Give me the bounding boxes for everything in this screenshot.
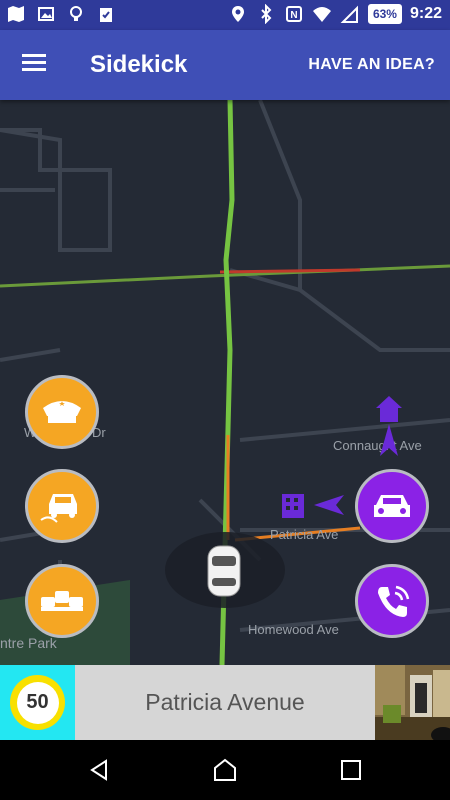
crash-icon [40,494,77,523]
speed-limit-value: 50 [16,681,59,724]
call-button[interactable] [355,564,429,638]
report-crash-button[interactable] [25,469,99,543]
camera-preview[interactable] [375,665,450,740]
clock: 9:22 [409,5,442,22]
camera-preview-image [375,665,450,740]
app-title: Sidekick [90,51,188,78]
phone-icon [378,585,410,617]
speed-limit-panel: 50 [0,665,75,740]
report-traffic-button[interactable] [25,564,99,638]
have-an-idea-button[interactable]: HAVE AN IDEA? [308,56,435,74]
app-bar: Sidekick HAVE AN IDEA? [0,30,450,100]
signal-icon [340,5,358,23]
recents-button[interactable] [336,755,366,785]
back-icon [90,759,107,781]
speed-limit-sign: 50 [10,675,65,730]
street-label-patricia: Patricia Ave [270,527,339,542]
location-icon [231,6,244,22]
car-mode-button[interactable] [355,469,429,543]
street-label-homewood: Homewood Ave [248,622,339,637]
svg-text:N: N [290,10,297,21]
street-label-park: ntre Park [0,635,57,651]
back-button[interactable] [84,755,114,785]
status-bar: N 63% 9:22 [0,0,450,30]
office-poi-icon[interactable] [278,490,348,520]
map-view[interactable]: W Dr Connaught Ave Patricia Ave Homewood… [0,100,450,665]
lightbulb-icon [70,6,82,21]
image-icon [38,7,54,21]
recents-icon [341,760,361,780]
battery-level: 63% [367,4,402,24]
home-poi-icon[interactable] [372,394,406,462]
system-nav-bar [0,740,450,800]
map-icon [8,6,24,22]
home-icon [214,758,236,781]
notification-icons [6,4,116,24]
bluetooth-icon [261,4,272,24]
menu-button[interactable] [18,50,52,80]
system-indicators: N 63% 9:22 [228,4,442,24]
clipboard-check-icon [100,8,112,22]
wifi-icon [312,7,331,22]
home-button[interactable] [210,755,240,785]
car-marker-icon [207,545,241,597]
info-strip: 50 Patricia Avenue [0,665,450,740]
car-icon [374,495,410,517]
current-street-name: Patricia Avenue [145,689,305,715]
nfc-icon: N [285,6,302,22]
traffic-jam-icon [41,591,83,611]
report-police-button[interactable] [25,375,99,449]
police-icon [43,401,81,423]
